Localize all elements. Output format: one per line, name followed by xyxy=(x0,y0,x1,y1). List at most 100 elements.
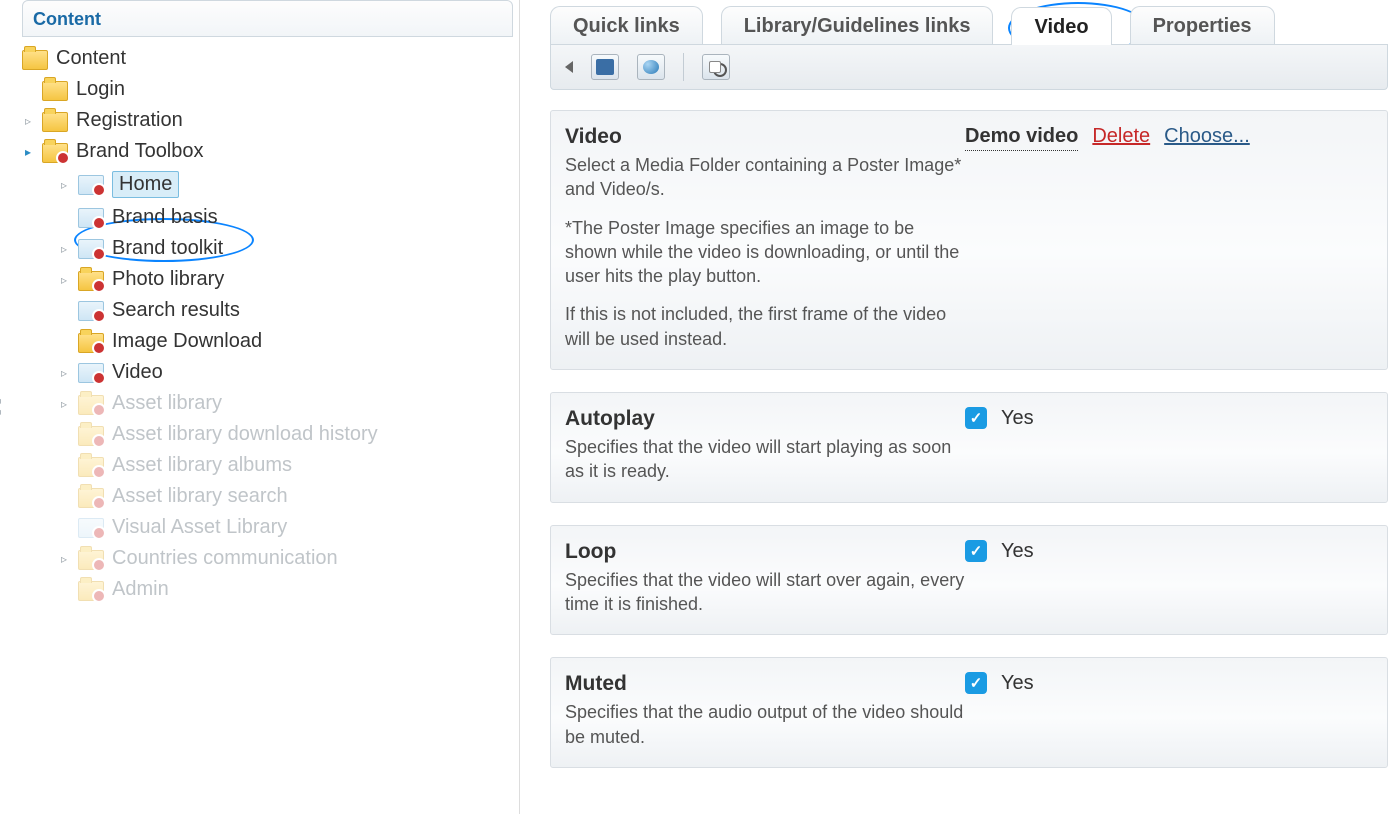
tree-item-label: Countries communication xyxy=(112,547,338,570)
folder-icon xyxy=(78,395,104,415)
tree-item-label: Admin xyxy=(112,578,169,601)
toolbar xyxy=(550,44,1388,90)
folder-icon xyxy=(78,426,104,446)
tree-item-label: Photo library xyxy=(112,268,224,291)
page-icon xyxy=(78,518,104,538)
tree-item[interactable]: ▹Asset library download history xyxy=(58,419,519,450)
property-title: Muted xyxy=(565,672,965,696)
tree-item-label: Visual Asset Library xyxy=(112,516,287,539)
tree-item[interactable]: ▹Asset library albums xyxy=(58,450,519,481)
checkbox-label: Yes xyxy=(1001,540,1034,563)
tree-item-label: Video xyxy=(112,361,163,384)
tree-item-label: Search results xyxy=(112,299,240,322)
property-video: Video Select a Media Folder containing a… xyxy=(550,110,1388,370)
autoplay-checkbox[interactable]: ✓ xyxy=(965,407,987,429)
video-selected-value: Demo video xyxy=(965,125,1078,151)
tree-item[interactable]: ▹Admin xyxy=(58,574,519,605)
delete-link[interactable]: Delete xyxy=(1092,125,1150,148)
tree-item[interactable]: ▹Brand basis xyxy=(58,202,519,233)
tree-item-label: Asset library download history xyxy=(112,423,378,446)
save-publish-button[interactable] xyxy=(637,54,665,80)
save-button[interactable] xyxy=(591,54,619,80)
property-description: If this is not included, the first frame… xyxy=(565,302,965,351)
property-description: Select a Media Folder containing a Poste… xyxy=(565,153,965,202)
page-icon xyxy=(78,175,104,195)
property-autoplay: Autoplay Specifies that the video will s… xyxy=(550,392,1388,503)
tree-item[interactable]: ▹ Asset library xyxy=(58,388,519,419)
tree-item-label: Asset library xyxy=(112,392,222,415)
expand-closed-icon[interactable]: ▹ xyxy=(58,366,70,380)
property-description: Specifies that the video will start play… xyxy=(565,435,965,484)
expand-closed-icon[interactable]: ▹ xyxy=(58,552,70,566)
tree-item[interactable]: ▹Search results xyxy=(58,295,519,326)
tree-item-label: Image Download xyxy=(112,330,262,353)
tree-item[interactable]: ▹ Video xyxy=(58,357,519,388)
checkbox-label: Yes xyxy=(1001,407,1034,430)
tab-video[interactable]: Video xyxy=(1011,7,1111,45)
tree-item-label: Asset library search xyxy=(112,485,288,508)
tab-bar: Quick links Library/Guidelines links Video… xyxy=(550,6,1388,44)
tree-item-label: Brand toolkit xyxy=(112,237,223,260)
tree-item-label: Login xyxy=(76,78,125,101)
property-muted: Muted Specifies that the audio output of… xyxy=(550,657,1388,768)
page-icon xyxy=(78,301,104,321)
drag-handle-icon[interactable]: ◂◂ xyxy=(0,396,1,418)
tree-item[interactable]: ▹Image Download xyxy=(58,326,519,357)
toolbar-separator xyxy=(683,53,684,81)
folder-icon xyxy=(42,81,68,101)
tree-item[interactable]: ▹ Photo library xyxy=(58,264,519,295)
expand-closed-icon[interactable]: ▹ xyxy=(58,397,70,411)
property-title: Video xyxy=(565,125,965,149)
page-icon xyxy=(78,363,104,383)
folder-icon xyxy=(78,271,104,291)
expand-open-icon[interactable]: ▸ xyxy=(22,145,34,159)
preview-button[interactable] xyxy=(702,54,730,80)
property-description: Specifies that the audio output of the v… xyxy=(565,700,965,749)
muted-checkbox[interactable]: ✓ xyxy=(965,672,987,694)
property-description: *The Poster Image specifies an image to … xyxy=(565,216,965,289)
tree-item[interactable]: ▹Visual Asset Library xyxy=(58,512,519,543)
folder-icon xyxy=(22,50,48,70)
folder-icon xyxy=(42,143,68,163)
property-title: Loop xyxy=(565,540,965,564)
folder-icon xyxy=(78,550,104,570)
property-description: Specifies that the video will start over… xyxy=(565,568,965,617)
collapse-left-icon[interactable] xyxy=(565,61,573,73)
tab-properties[interactable]: Properties xyxy=(1130,6,1275,44)
tab-quick-links[interactable]: Quick links xyxy=(550,6,703,44)
expand-closed-icon[interactable]: ▹ xyxy=(58,178,70,192)
tree-item[interactable]: ▹Asset library search xyxy=(58,481,519,512)
loop-checkbox[interactable]: ✓ xyxy=(965,540,987,562)
checkbox-label: Yes xyxy=(1001,672,1034,695)
folder-icon xyxy=(42,112,68,132)
folder-icon xyxy=(78,457,104,477)
property-loop: Loop Specifies that the video will start… xyxy=(550,525,1388,636)
tree-item[interactable]: ▹ Home xyxy=(58,167,519,202)
tree-item-label: Content xyxy=(56,47,126,70)
sidebar-title: Content xyxy=(22,0,513,37)
tree-item[interactable]: ▹ Brand toolkit xyxy=(58,233,519,264)
expand-closed-icon[interactable]: ▹ xyxy=(58,242,70,256)
folder-icon xyxy=(78,333,104,353)
editor-panel: Quick links Library/Guidelines links Video… xyxy=(520,0,1400,814)
expand-closed-icon[interactable]: ▹ xyxy=(22,114,34,128)
tree-item-label: Registration xyxy=(76,109,183,132)
tree-item-label: Home xyxy=(112,171,179,198)
tree-item-label: Brand basis xyxy=(112,206,218,229)
folder-icon xyxy=(78,581,104,601)
tab-library-guidelines-links[interactable]: Library/Guidelines links xyxy=(721,6,994,44)
content-tree-panel: ◂◂ Content Content▹Login▹Registration▸Br… xyxy=(0,0,520,814)
tree-item[interactable]: Content xyxy=(22,43,519,74)
tree-item[interactable]: ▹ Countries communication xyxy=(58,543,519,574)
folder-icon xyxy=(78,488,104,508)
tree-item[interactable]: ▹ Registration xyxy=(22,105,519,136)
tree-item[interactable]: ▸ Brand Toolbox xyxy=(22,136,519,167)
tree-item-label: Asset library albums xyxy=(112,454,292,477)
property-title: Autoplay xyxy=(565,407,965,431)
page-icon xyxy=(78,208,104,228)
tree-item[interactable]: ▹Login xyxy=(22,74,519,105)
tree-item-label: Brand Toolbox xyxy=(76,140,204,163)
page-icon xyxy=(78,239,104,259)
choose-link[interactable]: Choose... xyxy=(1164,125,1250,148)
expand-closed-icon[interactable]: ▹ xyxy=(58,273,70,287)
